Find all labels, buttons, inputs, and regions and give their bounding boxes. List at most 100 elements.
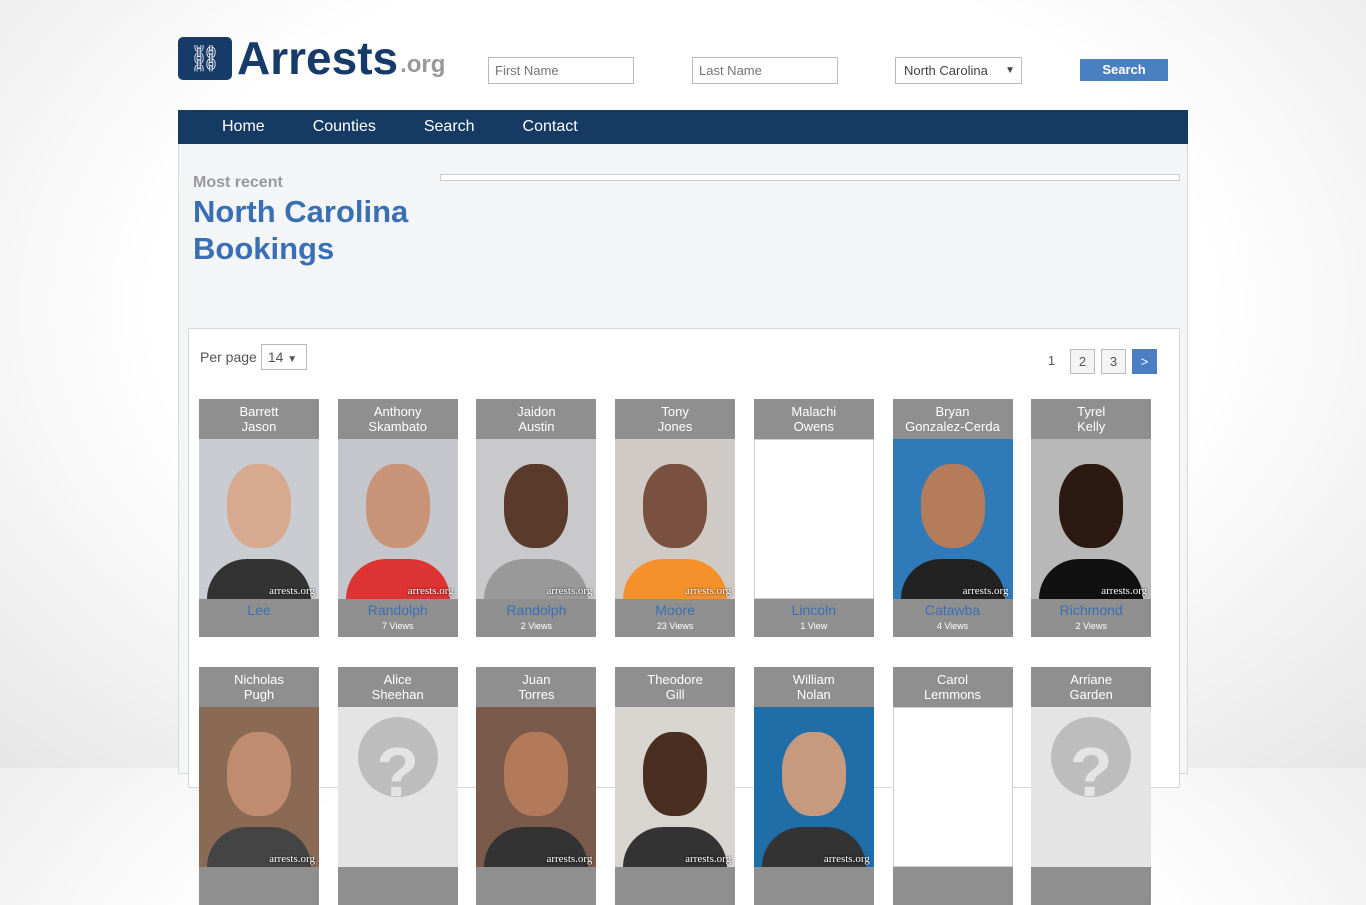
kicker: Most recent [193, 174, 283, 191]
card-name[interactable]: Alice Sheehan [338, 667, 458, 707]
card-footer: Catawba 4 Views [893, 599, 1013, 637]
card-name[interactable]: Barrett Jason [199, 399, 319, 439]
county-link[interactable]: Catawba [893, 599, 1013, 621]
mugshot-photo[interactable]: arrests.org [199, 439, 319, 599]
first-name: Arriane [1070, 672, 1113, 687]
search-button[interactable]: Search [1080, 59, 1168, 81]
booking-card[interactable]: Alice Sheehan? [337, 667, 458, 905]
booking-card[interactable]: Carol Lemmons [892, 667, 1013, 905]
booking-card[interactable]: Barrett Jason arrests.org Lee [199, 399, 319, 637]
page-2[interactable]: 2 [1070, 349, 1095, 374]
card-name[interactable]: Juan Torres [476, 667, 596, 707]
last-name: Gill [665, 687, 685, 702]
card-name[interactable]: Theodore Gill [615, 667, 735, 707]
card-footer: Moore 23 Views [615, 599, 735, 637]
booking-card[interactable]: Arriane Garden? [1031, 667, 1152, 905]
booking-card[interactable]: Juan Torres arrests.org [476, 667, 597, 905]
nav-contact[interactable]: Contact [523, 110, 578, 144]
nav-search[interactable]: Search [424, 110, 475, 144]
booking-card[interactable]: Anthony Skambato arrests.org Randolph 7 View… [337, 399, 458, 637]
watermark: arrests.org [546, 585, 593, 597]
card-footer: Lincoln 1 View [754, 599, 874, 637]
watermark: arrests.org [685, 853, 732, 865]
first-name: Nicholas [234, 672, 284, 687]
question-mark-icon: ? [1051, 717, 1132, 811]
last-name: Owens [793, 419, 835, 434]
mugshot-photo[interactable]: arrests.org [476, 707, 597, 867]
county-link[interactable]: Lincoln [754, 599, 874, 621]
mugshot-photo[interactable]: arrests.org [476, 439, 597, 599]
county-link[interactable]: Richmond [1031, 599, 1151, 621]
next-page-button[interactable]: > [1132, 349, 1157, 374]
card-name[interactable]: Tyrel Kelly [1031, 399, 1151, 439]
last-name: Garden [1069, 687, 1113, 702]
view-count: 1 View [800, 621, 828, 631]
card-footer [754, 867, 874, 905]
county-link[interactable]: Randolph [476, 599, 596, 621]
last-name: Kelly [1077, 419, 1106, 434]
card-footer: Richmond 2 Views [1031, 599, 1151, 637]
booking-card[interactable]: Jaidon Austin arrests.org Randolph 2 Views [476, 399, 597, 637]
card-name[interactable]: Jaidon Austin [476, 399, 596, 439]
site-logo[interactable]: ⛓ Arrests .org [178, 35, 445, 81]
last-name: Austin [518, 419, 555, 434]
page-title: North Carolina Bookings [193, 194, 409, 266]
booking-card[interactable]: Malachi Owens Lincoln 1 View [753, 399, 874, 637]
broken-image-icon[interactable] [753, 439, 874, 599]
mugshot-photo[interactable]: arrests.org [337, 439, 458, 599]
first-name: Theodore [647, 672, 703, 687]
ad-placeholder [440, 174, 1180, 181]
card-footer: Randolph 7 Views [338, 599, 458, 637]
last-name: Torres [518, 687, 555, 702]
first-name: Anthony [373, 404, 422, 419]
watermark: arrests.org [269, 585, 315, 597]
booking-card[interactable]: Nicholas Pugh arrests.org [199, 667, 319, 905]
booking-card[interactable]: William Nolan arrests.org [753, 667, 874, 905]
broken-image-icon[interactable] [892, 707, 1013, 867]
card-name[interactable]: Malachi Owens [754, 399, 874, 439]
nav-counties[interactable]: Counties [313, 110, 376, 144]
nav-home[interactable]: Home [222, 110, 265, 144]
mugshot-photo[interactable]: arrests.org [1031, 439, 1152, 599]
mugshot-photo[interactable]: arrests.org [753, 707, 874, 867]
per-page-select[interactable]: 14 ▼ [260, 344, 307, 370]
question-mark-icon: ? [357, 717, 438, 811]
state-select[interactable]: North Carolina ▼ [895, 57, 1022, 84]
card-footer [199, 867, 319, 905]
booking-card[interactable]: Tony Jones arrests.org Moore 23 Views [615, 399, 736, 637]
watermark: arrests.org [962, 585, 1009, 597]
no-photo-placeholder[interactable]: ? [1031, 707, 1152, 867]
card-name[interactable]: William Nolan [754, 667, 874, 707]
card-name[interactable]: Nicholas Pugh [199, 667, 319, 707]
booking-card[interactable]: Theodore Gill arrests.org [615, 667, 736, 905]
last-name: Gonzalez-Cerda [905, 419, 1000, 434]
last-name: Pugh [243, 687, 275, 702]
card-footer [476, 867, 596, 905]
per-page-control: Per page 14 ▼ [200, 344, 307, 370]
card-name[interactable]: Tony Jones [615, 399, 735, 439]
card-footer [615, 867, 735, 905]
chevron-down-icon: ▼ [287, 354, 298, 365]
mugshot-photo[interactable]: arrests.org [615, 707, 736, 867]
view-count: 23 Views [656, 621, 694, 631]
watermark: arrests.org [269, 853, 315, 865]
card-name[interactable]: Anthony Skambato [338, 399, 458, 439]
booking-card[interactable]: Tyrel Kelly arrests.org Richmond 2 Views [1031, 399, 1152, 637]
county-link[interactable]: Randolph [338, 599, 458, 621]
card-name[interactable]: Bryan Gonzalez-Cerda [893, 399, 1013, 439]
card-footer [338, 867, 458, 905]
county-link[interactable]: Moore [615, 599, 735, 621]
page-3[interactable]: 3 [1101, 349, 1126, 374]
no-photo-placeholder[interactable]: ? [337, 707, 458, 867]
booking-card[interactable]: Bryan Gonzalez-Cerda arrests.org Catawba 4 V… [892, 399, 1013, 637]
card-footer [1031, 867, 1151, 905]
county-link[interactable]: Lee [199, 599, 319, 621]
card-name[interactable]: Carol Lemmons [893, 667, 1013, 707]
card-name[interactable]: Arriane Garden [1031, 667, 1151, 707]
last-name-input[interactable] [692, 57, 838, 84]
mugshot-photo[interactable]: arrests.org [199, 707, 319, 867]
mugshot-photo[interactable]: arrests.org [615, 439, 736, 599]
first-name-input[interactable] [488, 57, 634, 84]
first-name: Malachi [791, 404, 837, 419]
mugshot-photo[interactable]: arrests.org [892, 439, 1013, 599]
